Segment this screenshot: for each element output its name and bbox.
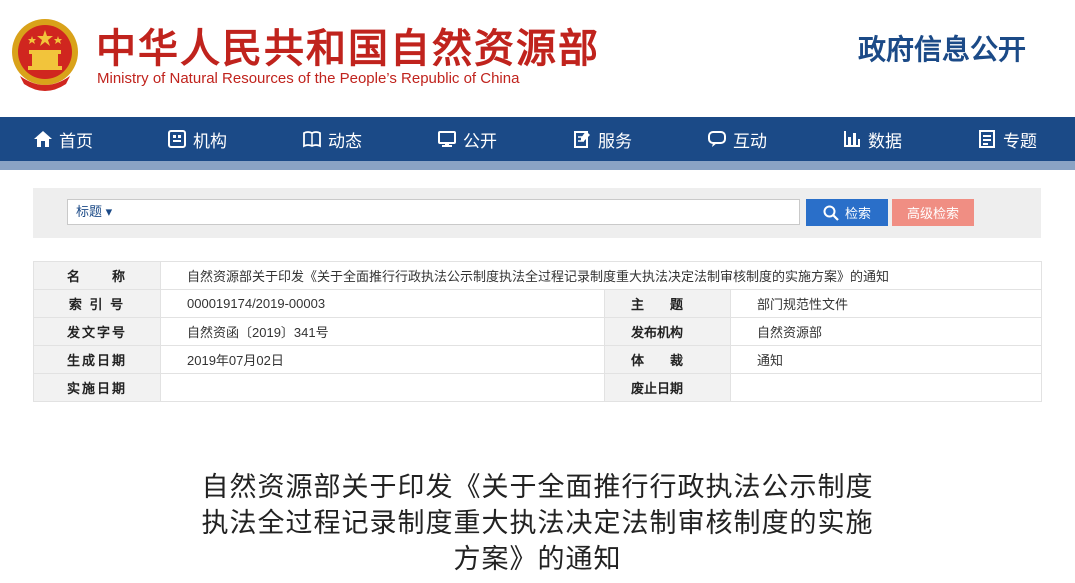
name-value: 自然资源部关于印发《关于全面推行行政执法公示制度执法全过程记录制度重大执法决定法… bbox=[159, 261, 1043, 290]
effective-value bbox=[160, 373, 605, 402]
edit-icon bbox=[574, 131, 590, 148]
document-title: 自然资源部关于印发《关于全面推行行政执法公示制度执法全过程记录制度重大执法决定法… bbox=[201, 472, 874, 575]
index-value: 000019174/2019-00003 bbox=[160, 289, 605, 318]
created-value: 2019年07月02日 bbox=[160, 345, 605, 374]
search-panel: 标题 ▾ 检索 高级检索 bbox=[33, 188, 1041, 238]
table-row: 生成日期 2019年07月02日 体 裁 通知 bbox=[33, 345, 1043, 374]
search-button-label: 检索 bbox=[844, 206, 871, 221]
nav-item-label: 数据 bbox=[868, 131, 902, 151]
table-row: 实施日期 废止日期 bbox=[33, 373, 1043, 402]
monitor-icon bbox=[438, 131, 456, 147]
document-metadata-table: 名 称 自然资源部关于印发《关于全面推行行政执法公示制度执法全过程记录制度重大执… bbox=[33, 261, 1043, 402]
table-row: 名 称 自然资源部关于印发《关于全面推行行政执法公示制度执法全过程记录制度重大执… bbox=[33, 261, 1043, 290]
expire-label: 废止日期 bbox=[604, 373, 731, 402]
nav-item-service[interactable]: 服务 bbox=[572, 117, 632, 161]
book-icon bbox=[303, 131, 321, 148]
nav-item-home[interactable]: 首页 bbox=[33, 117, 93, 161]
table-row: 发文字号 自然资函〔2019〕341号 发布机构 自然资源部 bbox=[33, 317, 1043, 346]
search-type-select[interactable]: 标题 ▾ bbox=[76, 200, 112, 224]
genre-value: 通知 bbox=[729, 345, 1043, 374]
org-icon bbox=[168, 130, 186, 148]
nav-item-topics[interactable]: 专题 bbox=[977, 117, 1037, 161]
publisher-label: 发布机构 bbox=[604, 317, 731, 346]
docno-label: 发文字号 bbox=[33, 317, 161, 346]
effective-label: 实施日期 bbox=[33, 373, 161, 402]
main-nav: 首页 机构 动态 公开 服务 互动 数据 专题 bbox=[0, 117, 1075, 161]
nav-divider bbox=[0, 161, 1075, 170]
list-icon bbox=[979, 130, 995, 148]
nav-item-label: 动态 bbox=[328, 131, 362, 151]
expire-value bbox=[729, 373, 1043, 402]
nav-item-org[interactable]: 机构 bbox=[167, 117, 227, 161]
topic-value: 部门规范性文件 bbox=[729, 289, 1043, 318]
nav-item-public[interactable]: 公开 bbox=[437, 117, 497, 161]
nav-item-label: 互动 bbox=[733, 131, 767, 151]
topic-label: 主 题 bbox=[604, 289, 731, 318]
site-title-en: Ministry of Natural Resources of the Peo… bbox=[97, 70, 520, 87]
nav-item-label: 专题 bbox=[1003, 131, 1037, 151]
index-label: 索 引 号 bbox=[33, 289, 161, 318]
chat-icon bbox=[708, 131, 726, 147]
table-row: 索 引 号 000019174/2019-00003 主 题 部门规范性文件 bbox=[33, 289, 1043, 318]
nav-item-label: 服务 bbox=[598, 131, 632, 151]
publisher-value: 自然资源部 bbox=[729, 317, 1043, 346]
advanced-search-label: 高级检索 bbox=[906, 206, 959, 221]
national-emblem-icon bbox=[12, 19, 78, 91]
created-label: 生成日期 bbox=[33, 345, 161, 374]
docno-value: 自然资函〔2019〕341号 bbox=[160, 317, 605, 346]
nav-item-data[interactable]: 数据 bbox=[842, 117, 902, 161]
section-title: 政府信息公开 bbox=[858, 33, 1027, 66]
search-icon bbox=[823, 205, 839, 221]
home-icon bbox=[34, 131, 52, 147]
nav-item-label: 机构 bbox=[193, 131, 227, 151]
search-box: 标题 ▾ bbox=[67, 199, 800, 225]
bar-chart-icon bbox=[844, 131, 860, 147]
nav-item-label: 首页 bbox=[59, 131, 93, 151]
nav-item-news[interactable]: 动态 bbox=[302, 117, 362, 161]
nav-item-interact[interactable]: 互动 bbox=[707, 117, 767, 161]
search-button[interactable]: 检索 bbox=[806, 199, 888, 226]
name-label: 名 称 bbox=[33, 261, 161, 290]
advanced-search-button[interactable]: 高级检索 bbox=[892, 199, 974, 226]
site-title-cn: 中华人民共和国自然资源部 bbox=[96, 26, 600, 72]
genre-label: 体 裁 bbox=[604, 345, 731, 374]
nav-item-label: 公开 bbox=[463, 131, 497, 151]
search-input[interactable] bbox=[128, 202, 792, 224]
site-header: 中华人民共和国自然资源部 Ministry of Natural Resourc… bbox=[0, 0, 1075, 117]
